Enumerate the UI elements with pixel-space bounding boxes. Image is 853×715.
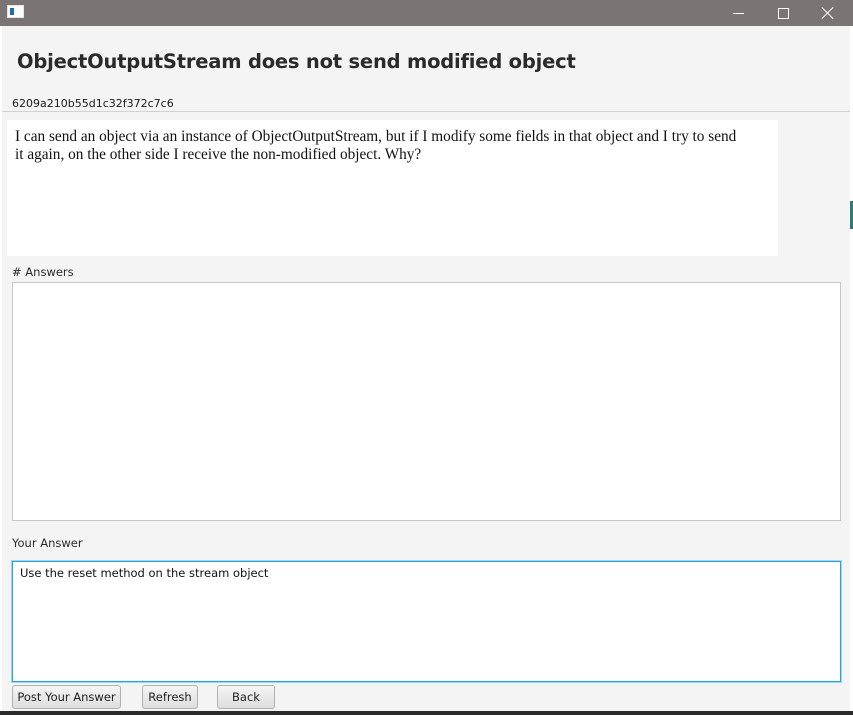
minimize-icon [732, 12, 744, 14]
your-answer-label: Your Answer [12, 536, 83, 550]
maximize-button[interactable] [760, 0, 806, 26]
question-title: ObjectOutputStream does not send modifie… [17, 50, 576, 73]
your-answer-input[interactable]: Use the reset method on the stream objec… [12, 561, 841, 682]
answers-list[interactable] [12, 282, 841, 521]
refresh-button[interactable]: Refresh [142, 685, 198, 709]
header-divider [2, 111, 850, 112]
post-answer-button[interactable]: Post Your Answer [12, 685, 121, 709]
question-id: 6209a210b55d1c32f372c7c6 [12, 97, 174, 110]
maximize-icon [777, 7, 789, 19]
question-view: ObjectOutputStream does not send modifie… [2, 26, 850, 714]
close-button[interactable] [805, 0, 851, 26]
question-body-text: I can send an object via an instance of … [15, 128, 737, 163]
minimize-button[interactable] [715, 0, 761, 26]
question-body: I can send an object via an instance of … [7, 120, 778, 256]
back-button[interactable]: Back [217, 685, 275, 709]
window-titlebar[interactable] [0, 0, 853, 26]
answers-label: # Answers [12, 265, 74, 279]
window-frame-bottom [0, 711, 853, 715]
close-icon [822, 7, 834, 19]
app-window-icon [7, 5, 24, 18]
